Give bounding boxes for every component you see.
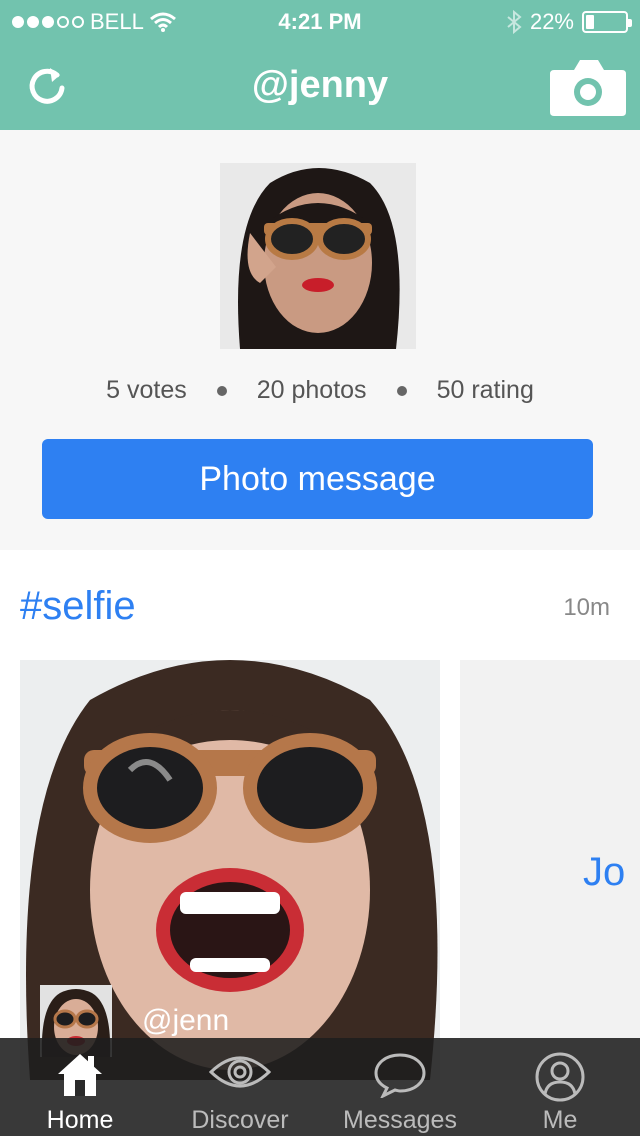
tab-messages[interactable]: Messages [320, 1038, 480, 1136]
rating-value: 50 rating [436, 376, 534, 404]
home-icon [58, 1054, 102, 1096]
photo-message-button[interactable]: Photo message [42, 439, 593, 519]
status-right: 22% [506, 9, 632, 35]
post-hashtag[interactable]: #selfie [20, 584, 136, 629]
status-bar: BELL 4:21 PM 22% [0, 0, 640, 44]
battery-percent: 22% [529, 9, 574, 34]
tab-home-label: Home [46, 1106, 114, 1134]
camera-button[interactable] [550, 58, 626, 116]
tab-home[interactable]: Home [0, 1038, 160, 1136]
navigation-bar: @jenny [0, 44, 640, 130]
votes-count: 5 votes [106, 376, 187, 404]
profile-photo[interactable] [220, 163, 416, 349]
tab-discover-label: Discover [191, 1106, 289, 1134]
page-title: @jenny [251, 64, 389, 106]
person-icon [535, 1052, 585, 1102]
battery-icon [582, 11, 632, 33]
tab-me[interactable]: Me [480, 1038, 640, 1136]
post-timestamp: 10m [563, 594, 610, 621]
photos-count: 20 photos [256, 376, 367, 404]
eye-icon [209, 1056, 271, 1088]
speech-bubble-icon [374, 1053, 426, 1098]
profile-section: 5 votes 20 photos 50 rating Photo message [0, 130, 640, 550]
tab-bar: Home Discover Messages Me [0, 1038, 640, 1136]
post-username[interactable]: @jenn [142, 1004, 229, 1038]
camera-icon [550, 60, 626, 116]
tab-messages-label: Messages [343, 1106, 457, 1134]
profile-stats: 5 votes 20 photos 50 rating [0, 376, 640, 405]
bluetooth-icon [507, 10, 522, 34]
tab-me-label: Me [542, 1106, 578, 1134]
next-post-label: Jo [583, 850, 626, 894]
tab-discover[interactable]: Discover [160, 1038, 320, 1136]
separator-dot [216, 386, 227, 397]
next-post-card[interactable]: Jo [460, 660, 640, 1080]
separator-dot [396, 386, 407, 397]
